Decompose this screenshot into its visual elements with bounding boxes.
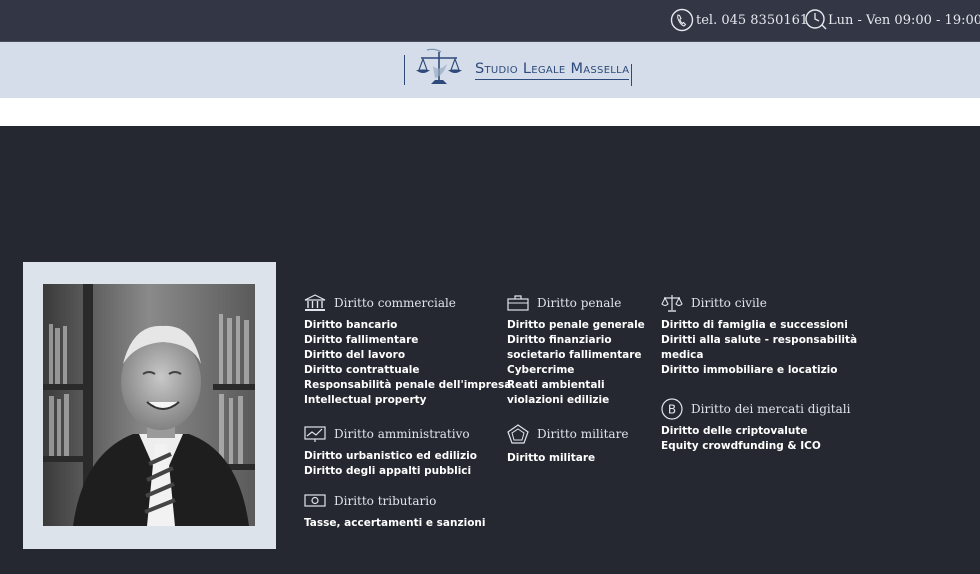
area-commerciale: Diritto commerciale Diritto bancario Dir… [304,292,511,408]
area-militare: Diritto militare Diritto militare [507,423,628,466]
phone-contact[interactable]: tel. 045 8350161 [670,8,808,32]
heading-digitali[interactable]: B Diritto dei mercati digitali [661,398,850,420]
phone-icon [670,8,696,32]
area-tributario: Diritto tributario Tasse, accertamenti e… [304,490,486,531]
links-amministrativo: Diritto urbanistico ed edilizio Diritto … [304,449,477,479]
list-item[interactable]: Tasse, accertamenti e sanzioni [304,516,486,531]
heading-tributario[interactable]: Diritto tributario [304,490,486,512]
banknote-icon [304,492,328,510]
links-digitali: Diritto delle criptovalute Equity crowdf… [661,424,850,454]
clock-icon [804,8,828,32]
heading-text: Diritto tributario [334,494,437,508]
logo-divider-right [631,64,633,86]
links-civile: Diritto di famiglia e successioni Diritt… [661,318,857,378]
links-commerciale: Diritto bancario Diritto fallimentare Di… [304,318,511,408]
heading-text: Diritto dei mercati digitali [691,402,851,416]
heading-text: Diritto amministrativo [334,427,470,441]
links-militare: Diritto militare [507,451,628,466]
list-item[interactable]: Diritto del lavoro [304,348,511,363]
lawyer-portrait [43,284,255,526]
briefcase-icon [507,294,531,312]
list-item[interactable]: Diritto contrattuale [304,363,511,378]
links-tributario: Tasse, accertamenti e sanzioni [304,516,486,531]
list-item[interactable]: Diritto bancario [304,318,511,333]
logo-divider [404,55,405,85]
heading-militare[interactable]: Diritto militare [507,423,628,445]
logo-text: Studio Legale Massella [475,61,630,80]
list-item[interactable]: societario fallimentare [507,348,645,363]
list-item[interactable]: Diritto militare [507,451,628,466]
heading-civile[interactable]: Diritto civile [661,292,857,314]
list-item[interactable]: Diritto immobiliare e locatizio [661,363,857,378]
white-strip [0,98,980,126]
lawyer-photo-frame [23,262,276,549]
list-item[interactable]: Diritto penale generale [507,318,645,333]
area-penale: Diritto penale Diritto penale generale D… [507,292,645,408]
site-logo[interactable]: Studio Legale Massella [404,46,633,94]
heading-commerciale[interactable]: Diritto commerciale [304,292,511,314]
hours-text: Lun - Ven 09:00 - 19:00 [828,12,980,28]
list-item[interactable]: Diritto delle criptovalute [661,424,850,439]
links-penale: Diritto penale generale Diritto finanzia… [507,318,645,408]
heading-text: Diritto commerciale [334,296,456,310]
list-item[interactable]: Diritto di famiglia e successioni [661,318,857,333]
header-logo-band: Studio Legale Massella [0,42,980,98]
list-item[interactable]: Intellectual property [304,393,511,408]
heading-text: Diritto penale [537,296,622,310]
scales-of-justice-logo [413,46,465,94]
presentation-chart-icon [304,425,328,443]
phone-number: tel. 045 8350161 [696,12,809,28]
list-item[interactable]: Diritti alla salute - responsabilità [661,333,857,348]
bank-icon [304,294,328,312]
heading-text: Diritto militare [537,427,629,441]
top-bar: tel. 045 8350161 Lun - Ven 09:00 - 19:00 [0,0,980,42]
list-item[interactable]: Reati ambientali [507,378,645,393]
list-item[interactable]: violazioni edilizie [507,393,645,408]
area-digitali: B Diritto dei mercati digitali Diritto d… [661,398,850,454]
area-civile: Diritto civile Diritto di famiglia e suc… [661,292,857,378]
list-item[interactable]: Diritto degli appalti pubblici [304,464,477,479]
heading-penale[interactable]: Diritto penale [507,292,645,314]
heading-text: Diritto civile [691,296,767,310]
list-item[interactable]: Diritto finanziario [507,333,645,348]
svg-text:B: B [668,403,676,417]
list-item[interactable]: Cybercrime [507,363,645,378]
opening-hours: Lun - Ven 09:00 - 19:00 [804,8,980,32]
list-item[interactable]: Diritto fallimentare [304,333,511,348]
pentagon-icon [507,424,531,444]
bitcoin-icon: B [661,398,685,420]
list-item[interactable]: Diritto urbanistico ed edilizio [304,449,477,464]
list-item[interactable]: Equity crowdfunding & ICO [661,439,850,454]
scales-icon [661,294,685,312]
heading-amministrativo[interactable]: Diritto amministrativo [304,423,477,445]
area-amministrativo: Diritto amministrativo Diritto urbanisti… [304,423,477,479]
list-item[interactable]: medica [661,348,857,363]
list-item[interactable]: Responsabilità penale dell'impresa [304,378,511,393]
